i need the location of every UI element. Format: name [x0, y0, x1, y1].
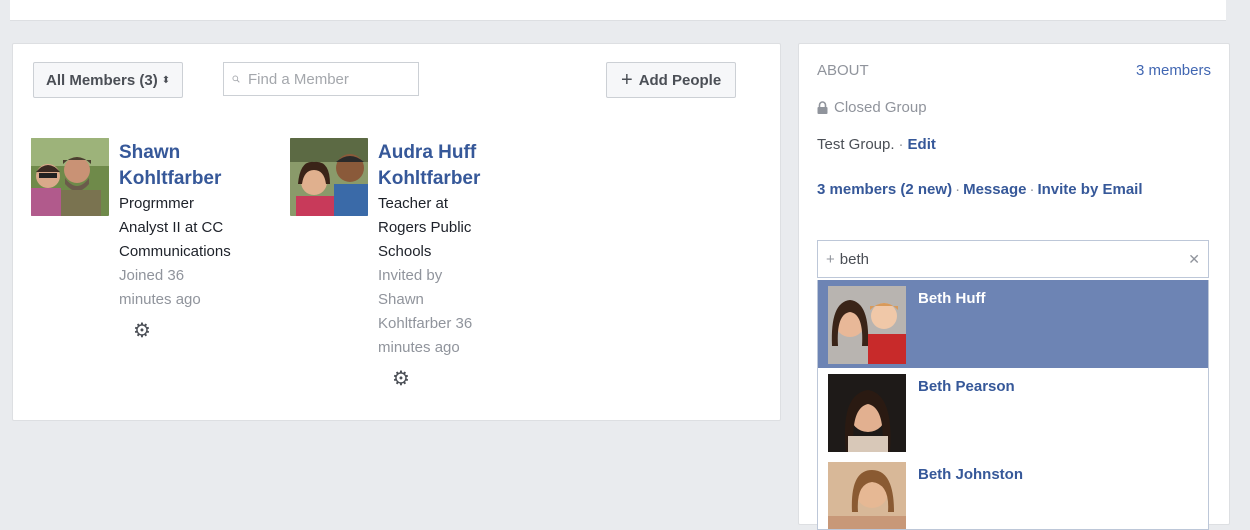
find-member-input[interactable]: [246, 69, 410, 89]
member-info: Audra Huff Kohltfarber Teacher at Rogers…: [378, 140, 518, 391]
suggestion-item[interactable]: Beth Huff: [818, 280, 1208, 368]
member-joined-time: Joined 36 minutes ago: [119, 267, 201, 308]
suggestion-avatar: [828, 462, 906, 529]
member-job: Progrmmer Analyst II at CC Communication…: [119, 195, 231, 260]
search-icon: [232, 75, 240, 83]
group-description-row: Test Group. · Edit: [817, 136, 936, 153]
group-description: Test Group.: [817, 136, 895, 153]
edit-description-link[interactable]: Edit: [908, 136, 936, 153]
member-invited-info: Invited by Shawn Kohltfarber 36 minutes …: [378, 267, 473, 356]
find-member-search[interactable]: [223, 62, 419, 96]
member-job: Teacher at Rogers Public Schools: [378, 195, 472, 260]
about-card: ABOUT 3 members Closed Group Test Group.…: [798, 43, 1230, 530]
add-member-field[interactable]: + ✕: [817, 240, 1209, 278]
suggestion-item[interactable]: Beth Pearson: [818, 368, 1208, 456]
add-people-label: Add People: [638, 71, 722, 89]
member-name[interactable]: Audra Huff Kohltfarber: [378, 140, 518, 192]
member-avatar[interactable]: [31, 138, 109, 216]
chevron-updown-icon: ⬍: [161, 74, 171, 86]
add-people-button[interactable]: + Add People: [606, 62, 737, 98]
suggestion-item[interactable]: Beth Johnston: [818, 456, 1208, 529]
member-name[interactable]: Shawn Kohltfarber: [119, 140, 259, 192]
members-card: All Members (3) ⬍ + Add People: [12, 43, 781, 421]
filter-label: All Members (3): [46, 71, 158, 89]
privacy-label: Closed Group: [834, 99, 927, 116]
friend-suggestions-dropdown: Beth Huff Beth Pearson Beth Johnston: [817, 280, 1209, 530]
plus-icon: +: [621, 69, 633, 91]
gear-icon[interactable]: ⚙: [133, 318, 151, 343]
plus-icon: +: [826, 250, 835, 268]
suggestion-avatar: [828, 286, 906, 364]
privacy-status: Closed Group: [817, 99, 927, 116]
suggestion-name: Beth Huff: [918, 290, 986, 307]
lock-icon: [817, 101, 828, 114]
suggestion-avatar: [828, 374, 906, 452]
about-title: ABOUT: [817, 62, 869, 79]
member-count-link[interactable]: 3 members: [1136, 62, 1211, 79]
members-filter-dropdown[interactable]: All Members (3) ⬍: [33, 62, 184, 98]
top-card: [10, 0, 1226, 21]
member-info: Shawn Kohltfarber Progrmmer Analyst II a…: [119, 140, 259, 343]
member-avatar[interactable]: [290, 138, 368, 216]
new-members-count[interactable]: (2 new): [900, 181, 952, 198]
clear-icon[interactable]: ✕: [1188, 251, 1200, 268]
add-member-input[interactable]: [837, 249, 1189, 269]
group-actions: 3 members (2 new) · Message · Invite by Emai…: [817, 181, 1143, 198]
message-link[interactable]: Message: [963, 181, 1026, 198]
invite-by-email-link[interactable]: Invite by Email: [1037, 181, 1142, 198]
gear-icon[interactable]: ⚙: [392, 366, 410, 391]
suggestion-name: Beth Pearson: [918, 378, 1015, 395]
members-link[interactable]: 3 members: [817, 181, 896, 198]
suggestion-name: Beth Johnston: [918, 466, 1023, 483]
